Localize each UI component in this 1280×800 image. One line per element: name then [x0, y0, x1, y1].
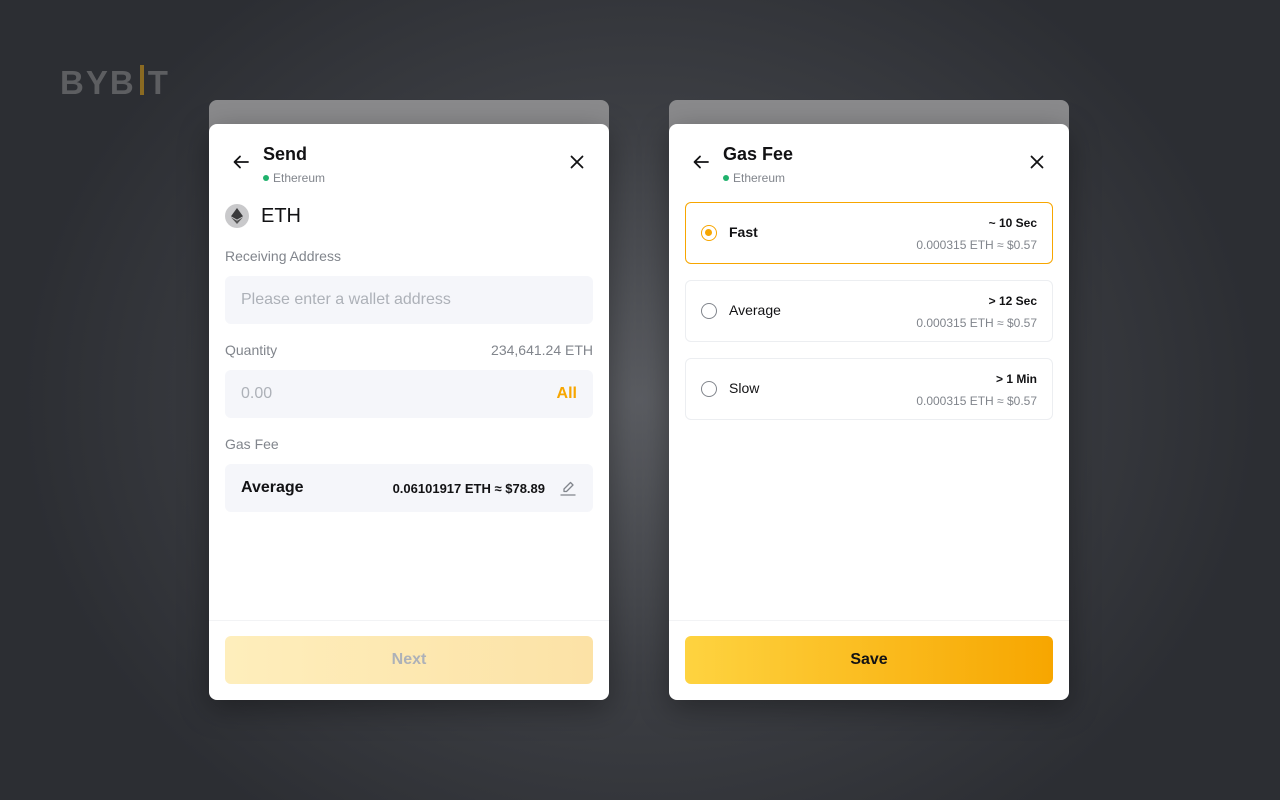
radio-button[interactable] [701, 225, 717, 241]
quantity-field[interactable]: All [225, 370, 593, 418]
radio-button[interactable] [701, 303, 717, 319]
network-name: Ethereum [273, 171, 326, 185]
close-icon[interactable] [1027, 152, 1047, 172]
bybit-logo: BYB T [60, 64, 170, 102]
back-arrow-icon[interactable] [691, 152, 711, 172]
option-time: ~ 10 Sec [988, 216, 1037, 230]
logo-accent-bar [139, 65, 144, 95]
gas-fee-label: Gas Fee [225, 436, 279, 452]
gas-fee-selector[interactable]: Average 0.06101917 ETH ≈ $78.89 [225, 464, 593, 512]
page-title: Send [263, 144, 308, 164]
receiving-address-label: Receiving Address [225, 248, 341, 264]
pencil-icon[interactable] [559, 479, 577, 497]
receiving-address-field[interactable] [225, 276, 593, 324]
ethereum-icon [225, 204, 249, 228]
gas-option-fast[interactable]: Fast ~ 10 Sec 0.000315 ETH ≈ $0.57 [685, 202, 1053, 264]
available-balance: 234,641.24 ETH [491, 342, 593, 358]
back-arrow-icon[interactable] [231, 152, 251, 172]
quantity-label: Quantity [225, 342, 278, 358]
option-name: Average [729, 302, 781, 318]
footer-divider [669, 620, 1069, 621]
option-time: > 12 Sec [988, 294, 1037, 308]
coin-selector[interactable]: ETH [225, 204, 301, 228]
gas-fee-value: 0.06101917 ETH ≈ $78.89 [392, 480, 545, 496]
send-panel: Send Ethereum ETH Receiving Address Quan… [209, 124, 609, 700]
next-button[interactable]: Next [225, 636, 593, 684]
radio-button[interactable] [701, 381, 717, 397]
network-name: Ethereum [733, 171, 786, 185]
quantity-input[interactable] [241, 385, 557, 403]
coin-symbol: ETH [261, 204, 301, 227]
option-name: Fast [729, 224, 758, 240]
all-button[interactable]: All [557, 385, 577, 403]
logo-text-left: BYB [60, 64, 136, 101]
option-cost: 0.000315 ETH ≈ $0.57 [916, 394, 1037, 408]
option-cost: 0.000315 ETH ≈ $0.57 [916, 316, 1037, 330]
page-title: Gas Fee [723, 144, 794, 164]
gas-fee-panel: Gas Fee Ethereum Fast ~ 10 Sec 0.000315 … [669, 124, 1069, 700]
option-cost: 0.000315 ETH ≈ $0.57 [916, 238, 1037, 252]
gas-option-average[interactable]: Average > 12 Sec 0.000315 ETH ≈ $0.57 [685, 280, 1053, 342]
gas-option-slow[interactable]: Slow > 1 Min 0.000315 ETH ≈ $0.57 [685, 358, 1053, 420]
network-status-dot [263, 175, 269, 181]
network-label: Ethereum [263, 171, 325, 185]
gas-fee-header: Gas Fee Ethereum [669, 124, 1069, 194]
logo-text-right: T [147, 64, 170, 101]
footer-divider [209, 620, 609, 621]
network-label: Ethereum [723, 171, 785, 185]
close-icon[interactable] [567, 152, 587, 172]
save-button[interactable]: Save [685, 636, 1053, 684]
option-name: Slow [729, 380, 760, 396]
send-header: Send Ethereum [209, 124, 609, 194]
network-status-dot [723, 175, 729, 181]
option-time: > 1 Min [995, 372, 1037, 386]
wallet-address-input[interactable] [241, 291, 577, 309]
gas-fee-speed: Average [241, 479, 304, 496]
